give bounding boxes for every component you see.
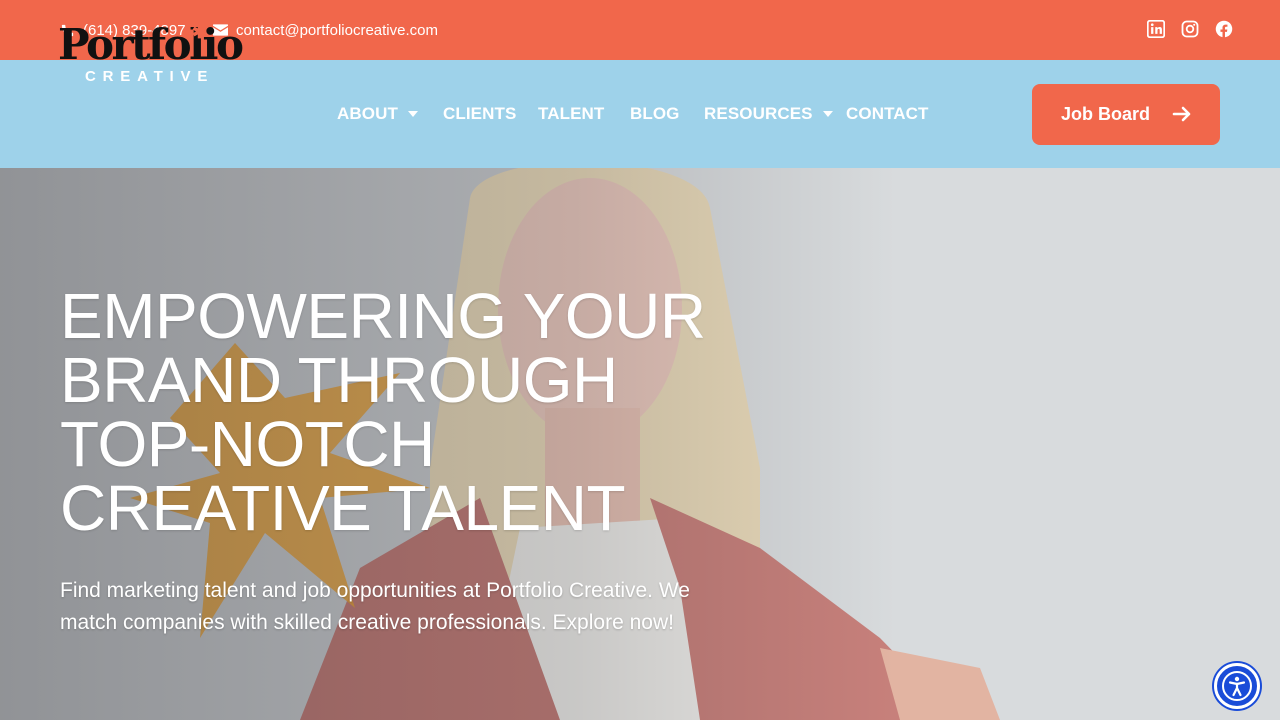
nav-label: BLOG xyxy=(630,104,680,123)
nav-label: RESOURCES xyxy=(704,104,813,123)
nav-label: ABOUT xyxy=(337,104,398,123)
email-link[interactable]: contact@portfoliocreative.com xyxy=(213,0,438,60)
nav-item-resources[interactable]: RESOURCES xyxy=(704,60,833,168)
hero-title-line: BRAND THROUGH xyxy=(60,344,618,416)
instagram-icon xyxy=(1181,20,1199,38)
hero-description: Find marketing talent and job opportunit… xyxy=(60,579,690,634)
hero-title-line: EMPOWERING YOUR xyxy=(60,280,706,352)
portfolio-creative-logo[interactable]: Portfolio ✱ CREATIVE xyxy=(58,22,244,88)
arrow-right-icon xyxy=(1172,106,1191,122)
nav-item-contact[interactable]: CONTACT xyxy=(846,60,929,168)
linkedin-link[interactable] xyxy=(1147,20,1165,38)
hero-title: EMPOWERING YOUR BRAND THROUGH TOP-NOTCH … xyxy=(60,284,760,540)
nav-item-clients[interactable]: CLIENTS xyxy=(443,60,516,168)
caret-down-icon xyxy=(407,111,418,117)
facebook-icon xyxy=(1215,20,1233,38)
nav-label: TALENT xyxy=(538,104,605,123)
job-board-button[interactable]: Job Board xyxy=(1032,84,1220,145)
nav-item-blog[interactable]: BLOG xyxy=(630,60,680,168)
caret-down-icon xyxy=(822,111,833,117)
linkedin-icon xyxy=(1147,20,1165,38)
job-board-label: Job Board xyxy=(1061,104,1151,124)
accessibility-icon xyxy=(1222,671,1252,701)
nav-item-about[interactable]: ABOUT xyxy=(337,60,418,168)
hero-title-line: TOP-NOTCH xyxy=(60,408,435,480)
nav-label: CLIENTS xyxy=(443,104,517,123)
email-address: contact@portfoliocreative.com xyxy=(236,21,438,39)
facebook-link[interactable] xyxy=(1215,20,1233,38)
accessibility-button[interactable] xyxy=(1214,663,1260,709)
hero-section: EMPOWERING YOUR BRAND THROUGH TOP-NOTCH … xyxy=(0,168,1280,720)
nav-label: CONTACT xyxy=(846,104,929,123)
hero-title-line: CREATIVE TALENT xyxy=(60,472,626,544)
logo-asterisk-icon: ✱ xyxy=(192,22,208,42)
logo-wordmark: Portfolio xyxy=(58,20,244,69)
nav-item-talent[interactable]: TALENT xyxy=(538,60,604,168)
instagram-link[interactable] xyxy=(1181,20,1199,38)
logo-subtitle: CREATIVE xyxy=(85,68,215,85)
